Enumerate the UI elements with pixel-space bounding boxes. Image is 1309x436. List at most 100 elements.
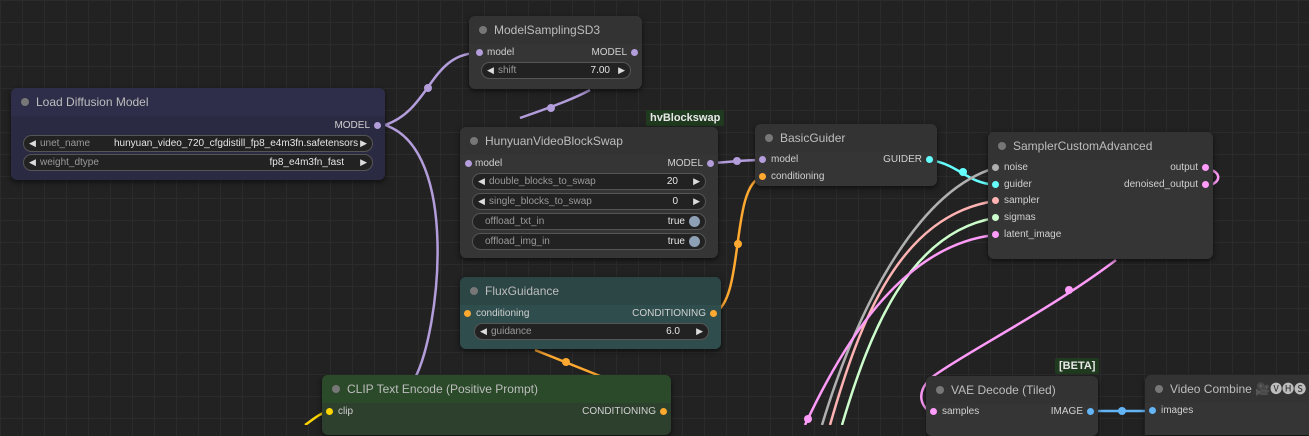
node-title-bar[interactable]: FluxGuidance [460, 277, 721, 305]
input-latent-image[interactable]: latent_image [992, 228, 1061, 242]
node-video-combine[interactable]: Video Combine 🎥🅥🅗🅢 images [1145, 375, 1309, 435]
collapse-dot-icon[interactable] [332, 385, 340, 393]
output-slot-icon[interactable] [1202, 181, 1209, 188]
weight-dtype-combo[interactable]: ◀ weight_dtype fp8_e4m3fn_fast ▶ [23, 154, 373, 171]
node-title-bar[interactable]: Video Combine 🎥🅥🅗🅢 [1145, 375, 1309, 403]
output-slot-icon[interactable] [1087, 408, 1094, 415]
input-model[interactable]: model [759, 153, 798, 167]
arrow-right-icon[interactable]: ▶ [696, 324, 703, 339]
output-slot-icon[interactable] [631, 49, 638, 56]
offload-txt-toggle[interactable]: offload_txt_in true [472, 213, 706, 230]
collapse-dot-icon[interactable] [479, 26, 487, 34]
input-slot-icon[interactable] [759, 173, 766, 180]
node-title-bar[interactable]: Load Diffusion Model [11, 88, 385, 116]
input-slot-icon[interactable] [326, 408, 333, 415]
arrow-left-icon[interactable]: ◀ [29, 136, 36, 151]
input-model[interactable]: model [465, 157, 502, 171]
single-blocks-number[interactable]: ◀ single_blocks_to_swap 0 ▶ [472, 193, 706, 210]
output-guider[interactable]: GUIDER [883, 153, 933, 167]
node-title-bar[interactable]: ModelSamplingSD3 [469, 16, 642, 44]
arrow-left-icon[interactable]: ◀ [478, 194, 485, 209]
input-guider[interactable]: guider [992, 178, 1032, 192]
input-conditioning[interactable]: conditioning [759, 170, 824, 184]
arrow-right-icon[interactable]: ▶ [693, 174, 700, 189]
collapse-dot-icon[interactable] [998, 142, 1006, 150]
arrow-right-icon[interactable]: ▶ [618, 63, 625, 78]
input-slot-icon[interactable] [930, 408, 937, 415]
output-slot-icon[interactable] [926, 156, 933, 163]
collapse-dot-icon[interactable] [1155, 385, 1163, 393]
output-denoised[interactable]: denoised_output [1124, 178, 1209, 192]
node-hunyuan-video-block-swap[interactable]: HunyuanVideoBlockSwap model MODEL ◀ doub… [460, 127, 718, 258]
node-basic-guider[interactable]: BasicGuider model conditioning GUIDER [755, 124, 937, 186]
input-slot-icon[interactable] [1149, 407, 1156, 414]
node-graph-canvas[interactable]: Load Diffusion Model MODEL ◀ unet_name h… [0, 0, 1309, 436]
link-reroute-dot [1118, 407, 1126, 415]
node-vae-decode-tiled[interactable]: VAE Decode (Tiled) samples IMAGE [926, 376, 1098, 436]
node-model-sampling-sd3[interactable]: ModelSamplingSD3 model MODEL ◀ shift 7.0… [469, 16, 642, 89]
input-noise[interactable]: noise [992, 161, 1028, 175]
node-sampler-custom-advanced[interactable]: SamplerCustomAdvanced noise guider sampl… [988, 132, 1213, 259]
arrow-right-icon[interactable]: ▶ [693, 194, 700, 209]
input-sigmas[interactable]: sigmas [992, 211, 1036, 225]
output-conditioning[interactable]: CONDITIONING [632, 307, 717, 321]
node-title-bar[interactable]: SamplerCustomAdvanced [988, 132, 1213, 160]
input-slot-icon[interactable] [992, 231, 999, 238]
toggle-knob-icon[interactable] [689, 216, 700, 227]
output-slot-icon[interactable] [710, 310, 717, 317]
output-conditioning[interactable]: CONDITIONING [582, 405, 667, 419]
collapse-dot-icon[interactable] [21, 98, 29, 106]
input-slot-icon[interactable] [465, 160, 472, 167]
input-slot-icon[interactable] [464, 310, 471, 317]
node-load-diffusion-model[interactable]: Load Diffusion Model MODEL ◀ unet_name h… [11, 88, 385, 180]
output-slot-icon[interactable] [660, 408, 667, 415]
output-slot-icon[interactable] [707, 160, 714, 167]
offload-img-toggle[interactable]: offload_img_in true [472, 233, 706, 250]
output-slot-icon[interactable] [1202, 164, 1209, 171]
arrow-right-icon[interactable]: ▶ [360, 136, 367, 151]
arrow-left-icon[interactable]: ◀ [487, 63, 494, 78]
node-title-bar[interactable]: HunyuanVideoBlockSwap [460, 127, 718, 155]
input-model[interactable]: model [476, 46, 514, 60]
arrow-right-icon[interactable]: ▶ [360, 155, 367, 170]
collapse-dot-icon[interactable] [470, 137, 478, 145]
input-slot-icon[interactable] [476, 49, 483, 56]
widget-value: 0 [672, 196, 678, 207]
collapse-dot-icon[interactable] [765, 134, 773, 142]
unet-name-combo[interactable]: ◀ unet_name hunyuan_video_720_cfgdistill… [23, 135, 373, 152]
shift-number[interactable]: ◀ shift 7.00 ▶ [481, 62, 631, 79]
collapse-dot-icon[interactable] [936, 386, 944, 394]
node-title-bar[interactable]: VAE Decode (Tiled) [926, 376, 1098, 404]
input-slot-icon[interactable] [992, 181, 999, 188]
node-clip-text-encode[interactable]: CLIP Text Encode (Positive Prompt) clip … [322, 375, 671, 435]
guidance-number[interactable]: ◀ guidance 6.0 ▶ [474, 323, 709, 340]
input-slot-icon[interactable] [759, 156, 766, 163]
output-label: GUIDER [883, 154, 922, 165]
toggle-knob-icon[interactable] [689, 236, 700, 247]
input-images[interactable]: images [1149, 404, 1193, 418]
collapse-dot-icon[interactable] [470, 287, 478, 295]
output-image[interactable]: IMAGE [1051, 405, 1094, 419]
input-slot-icon[interactable] [992, 214, 999, 221]
input-conditioning[interactable]: conditioning [464, 307, 529, 321]
output-slot-icon[interactable] [374, 122, 381, 129]
input-clip[interactable]: clip [326, 405, 353, 419]
input-slot-icon[interactable] [992, 164, 999, 171]
double-blocks-number[interactable]: ◀ double_blocks_to_swap 20 ▶ [472, 173, 706, 190]
input-label: latent_image [1004, 229, 1062, 240]
output-label: output [1170, 162, 1198, 173]
output-model[interactable]: MODEL [334, 119, 381, 133]
input-samples[interactable]: samples [930, 405, 979, 419]
output-model[interactable]: MODEL [591, 46, 638, 60]
node-title-bar[interactable]: BasicGuider [755, 124, 937, 152]
widget-value: hunyuan_video_720_cfgdistill_fp8_e4m3fn.… [114, 138, 359, 149]
arrow-left-icon[interactable]: ◀ [29, 155, 36, 170]
input-slot-icon[interactable] [992, 197, 999, 204]
arrow-left-icon[interactable]: ◀ [480, 324, 487, 339]
node-title-bar[interactable]: CLIP Text Encode (Positive Prompt) [322, 375, 671, 403]
output-model[interactable]: MODEL [667, 157, 714, 171]
arrow-left-icon[interactable]: ◀ [478, 174, 485, 189]
output-output[interactable]: output [1170, 161, 1209, 175]
node-flux-guidance[interactable]: FluxGuidance conditioning CONDITIONING ◀… [460, 277, 721, 349]
input-sampler[interactable]: sampler [992, 194, 1040, 208]
